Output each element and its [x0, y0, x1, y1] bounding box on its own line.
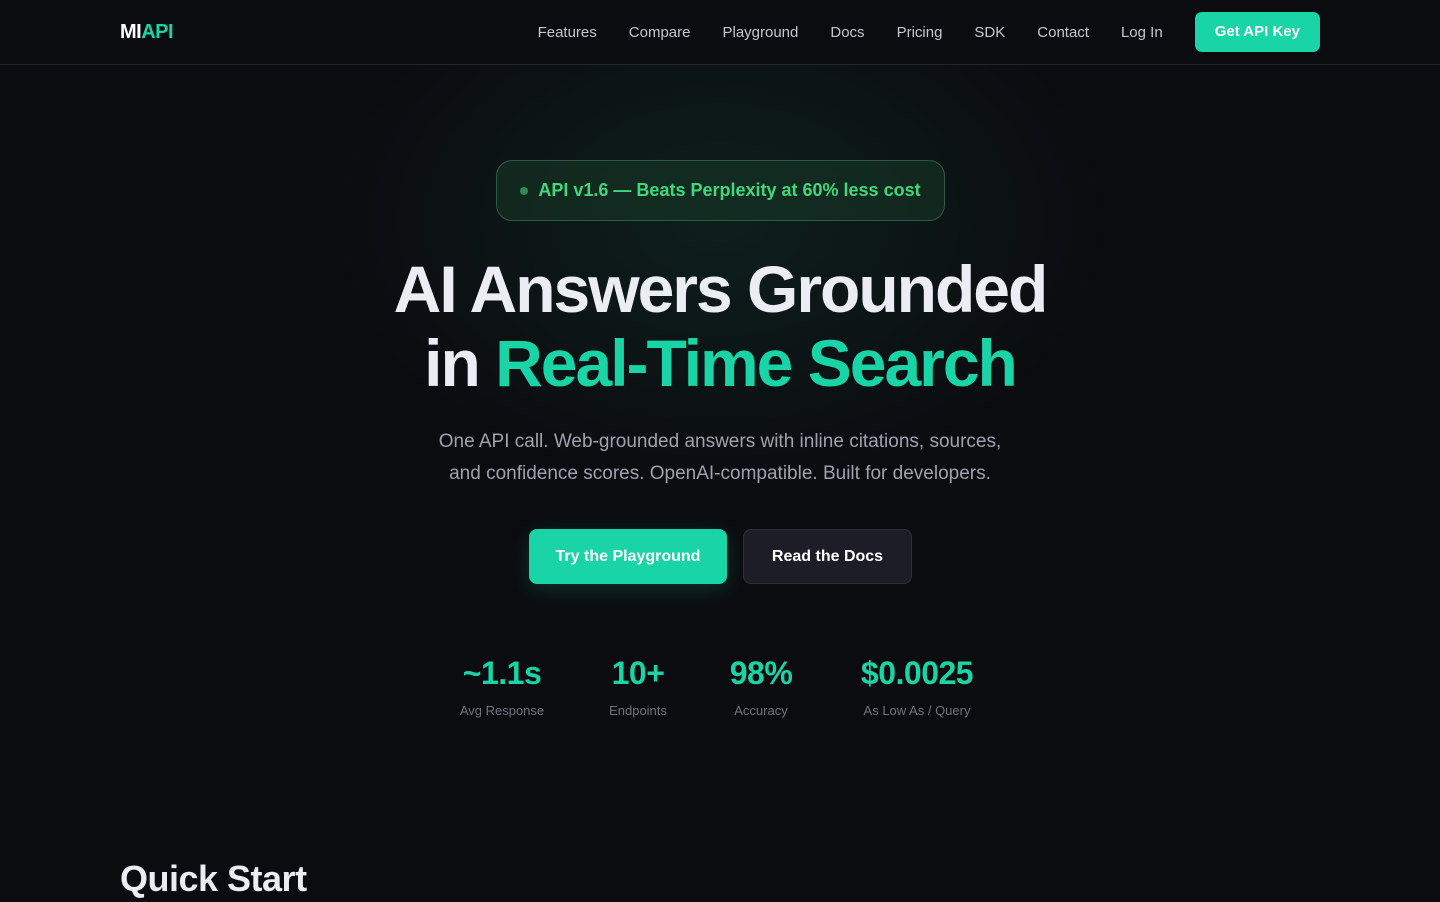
nav-link-docs[interactable]: Docs	[830, 24, 864, 41]
hero-headline: AI Answers Grounded in Real-Time Search	[0, 252, 1440, 400]
stat-label: Avg Response	[459, 703, 545, 718]
status-dot-icon	[520, 186, 529, 195]
stat-value: ~1.1s	[462, 655, 542, 691]
stat-label: Accuracy	[734, 703, 788, 718]
stat-value: 98%	[729, 655, 793, 691]
stat-value: $0.0025	[860, 655, 974, 691]
subtitle-line-2: and confidence scores. OpenAI-compatible…	[449, 463, 991, 484]
nav-link-compare[interactable]: Compare	[629, 24, 691, 41]
quick-start-heading: Quick Start	[120, 858, 307, 899]
nav-link-pricing[interactable]: Pricing	[897, 24, 943, 41]
stat-value: 10+	[611, 655, 665, 691]
logo-text-primary: MI	[120, 21, 142, 43]
get-api-key-button[interactable]: Get API Key	[1194, 12, 1320, 52]
stat-label: As Low As / Query	[863, 703, 971, 718]
brand-logo[interactable]: MIAPI	[120, 19, 174, 45]
stat-avg-response: ~1.1s Avg Response	[442, 652, 562, 720]
nav-link-playground[interactable]: Playground	[722, 24, 798, 41]
stat-price-per-query: $0.0025 As Low As / Query	[837, 652, 997, 720]
nav-link-features[interactable]: Features	[538, 24, 597, 41]
stat-endpoints: 10+ Endpoints	[588, 652, 688, 720]
stat-label: Endpoints	[609, 703, 667, 718]
nav-links: Features Compare Playground Docs Pricing…	[538, 0, 1320, 64]
nav-link-contact[interactable]: Contact	[1037, 24, 1089, 41]
headline-line-2-plain: in	[424, 326, 496, 400]
headline-line-1: AI Answers Grounded	[393, 252, 1049, 326]
read-docs-button[interactable]: Read the Docs	[743, 529, 912, 584]
headline-line-2-accent: Real-Time Search	[495, 326, 1018, 400]
try-playground-button[interactable]: Try the Playground	[529, 529, 727, 584]
nav-link-sdk[interactable]: SDK	[974, 24, 1005, 41]
version-badge: API v1.6 — Beats Perplexity at 60% less …	[496, 160, 945, 221]
nav-link-login[interactable]: Log In	[1121, 24, 1163, 41]
stat-accuracy: 98% Accuracy	[711, 652, 811, 720]
top-navigation: MIAPI Features Compare Playground Docs P…	[0, 0, 1440, 65]
subtitle-line-1: One API call. Web-grounded answers with …	[438, 431, 1002, 452]
version-badge-text: API v1.6 — Beats Perplexity at 60% less …	[538, 180, 921, 200]
logo-text-accent: API	[141, 21, 174, 43]
hero-subtitle: One API call. Web-grounded answers with …	[370, 426, 1070, 490]
